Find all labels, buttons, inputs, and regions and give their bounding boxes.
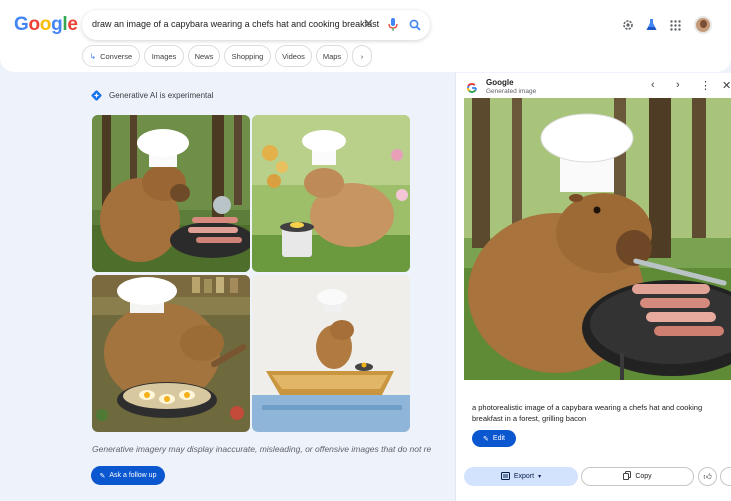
chevron-left-icon[interactable]: ‹ [651,79,655,91]
tab-shopping[interactable]: Shopping [224,45,271,67]
chip-label: Maps [322,51,342,61]
logo-letter: o [28,14,40,35]
disclaimer-text: Generative imagery may display inaccurat… [92,444,432,454]
sparkle-icon [91,90,102,101]
chip-label: Shopping [231,51,264,61]
pencil-icon: ✎ [483,435,489,443]
thumbs-down-icon[interactable] [720,467,731,486]
generative-ai-label: Generative AI is experimental [109,91,214,100]
microphone-icon[interactable] [388,18,398,36]
chevron-right-icon[interactable]: › [676,79,680,91]
copy-icon [623,471,632,482]
apps-grid-icon[interactable] [670,18,681,36]
ask-follow-up-label: Ask a follow up [109,472,157,479]
chip-label: Videos [282,51,305,61]
gear-icon[interactable] [622,18,634,36]
chip-label: Converse [100,51,133,61]
search-input[interactable]: draw an image of a capybara wearing a ch… [92,19,379,29]
panel-title: Google [486,78,514,87]
tab-converse[interactable]: ↳ Converse [82,45,140,67]
converse-arrow-icon: ↳ [89,51,97,61]
tab-maps[interactable]: Maps [316,45,348,67]
selected-generated-image[interactable] [464,98,731,380]
export-icon [500,471,510,482]
copy-button[interactable]: Copy [581,467,694,486]
chip-label: Images [151,51,177,61]
search-icon[interactable] [409,18,421,36]
generated-image-4[interactable] [252,275,410,432]
ask-follow-up-button[interactable]: ✎ Ask a follow up [91,466,165,485]
more-vert-icon[interactable]: ⋮ [700,79,711,92]
image-prompt-caption: a photorealistic image of a capybara wea… [472,403,703,423]
pencil-icon: ✎ [99,472,106,480]
thumbs-up-icon[interactable]: 👍︎ [698,467,717,486]
export-label: Export [513,473,535,480]
edit-label: Edit [492,435,505,442]
google-logo[interactable]: Google [14,14,78,36]
tab-videos[interactable]: Videos [275,45,312,67]
generated-image-1[interactable] [92,115,250,272]
tab-news[interactable]: News [188,45,220,67]
generative-ai-badge: Generative AI is experimental [91,90,214,101]
close-icon[interactable]: ✕ [722,79,731,92]
logo-letter: G [14,14,29,35]
dropdown-arrow-icon: ▾ [538,474,542,480]
tab-images[interactable]: Images [144,45,184,67]
search-box[interactable]: draw an image of a capybara wearing a ch… [82,10,430,40]
close-icon[interactable]: ✕ [363,16,374,32]
google-g-icon [467,82,477,93]
top-bar: Google draw an image of a capybara weari… [0,0,731,72]
avatar[interactable] [694,16,712,34]
chip-label: News [194,51,214,61]
panel-subtitle: Generated image [486,88,537,95]
edit-button[interactable]: ✎ Edit [472,430,516,447]
labs-flask-icon[interactable] [646,18,657,36]
generated-image-3[interactable] [92,275,250,432]
generated-image-2[interactable] [252,115,410,272]
logo-letter: g [51,14,63,35]
image-detail-panel: Google Generated image ‹ › ⋮ ✕ a photore… [455,73,731,501]
export-button[interactable]: Export ▾ [464,467,578,486]
logo-letter: o [39,14,52,35]
copy-label: Copy [635,473,652,480]
chevron-right-icon[interactable]: › [352,45,372,67]
logo-letter: e [67,14,78,35]
